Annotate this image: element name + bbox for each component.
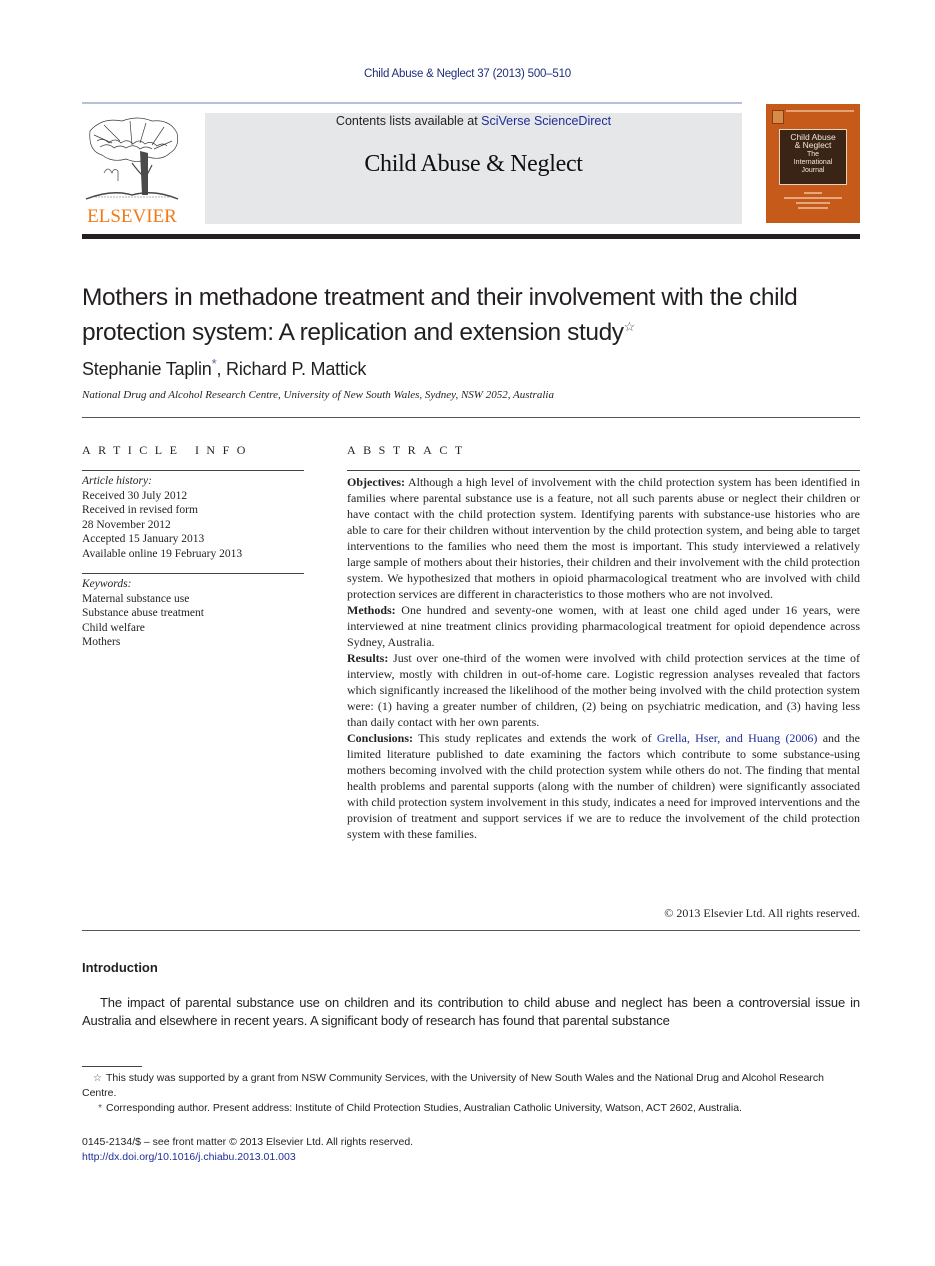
elsevier-wordmark: ELSEVIER	[87, 206, 177, 227]
article-info-divider	[82, 470, 304, 471]
article-history-label: Article history:	[82, 475, 152, 487]
keyword-item: Mothers	[82, 636, 121, 648]
header-thick-divider	[82, 234, 860, 239]
objectives-label: Objectives:	[347, 475, 405, 489]
title-footnote-star-icon[interactable]: ☆	[624, 319, 636, 334]
cover-title-line: & Neglect	[794, 140, 832, 150]
introduction-heading: Introduction	[82, 960, 158, 975]
doi-link[interactable]: http://dx.doi.org/10.1016/j.chiabu.2013.…	[82, 1151, 296, 1163]
cover-title-box: Child Abuse & Neglect The International …	[779, 129, 847, 185]
header-divider	[82, 102, 742, 104]
abstract-results: Results: Just over one-third of the wome…	[347, 650, 860, 730]
keyword-item: Maternal substance use	[82, 592, 190, 605]
history-item: 28 November 2012	[82, 518, 171, 531]
abstract-divider	[347, 470, 860, 471]
abstract-copyright: © 2013 Elsevier Ltd. All rights reserved…	[664, 906, 860, 920]
elsevier-tree-icon	[85, 117, 179, 200]
conclusions-text: and the limited literature published to …	[347, 731, 860, 841]
cover-detail-line	[798, 207, 828, 209]
abstract-heading: ABSTRACT	[347, 443, 470, 457]
keyword-item: Child welfare	[82, 621, 145, 634]
running-head[interactable]: Child Abuse & Neglect 37 (2013) 500–510	[0, 68, 935, 80]
issn-line: 0145-2134/$ – see front matter © 2013 El…	[82, 1136, 414, 1148]
author-list: Stephanie Taplin*, Richard P. Mattick	[82, 356, 366, 380]
cover-subtitle-line: The	[806, 151, 820, 158]
author-separator: ,	[216, 359, 227, 379]
history-item: Available online 19 February 2013	[82, 547, 243, 560]
footnote-divider	[82, 1066, 142, 1067]
abstract-objectives: Objectives: Although a high level of inv…	[347, 474, 860, 602]
keywords: Keywords: Maternal substance use Substan…	[82, 577, 204, 650]
methods-text: One hundred and seventy-one women, with …	[347, 603, 860, 649]
cover-detail-line	[804, 192, 822, 194]
keywords-divider	[82, 573, 304, 574]
history-item: Received 30 July 2012	[82, 489, 188, 502]
elsevier-logo[interactable]: ELSEVIER	[82, 113, 182, 228]
author-name[interactable]: Stephanie Taplin	[82, 359, 212, 379]
cover-logo-icon	[772, 110, 784, 124]
corresponding-author-footnote: * Corresponding author. Present address: …	[82, 1101, 860, 1116]
citation-link[interactable]: Grella, Hser, and Huang (2006)	[657, 731, 818, 745]
objectives-text: Although a high level of involvement wit…	[347, 475, 860, 601]
cover-detail-line	[784, 197, 842, 199]
abstract-end-divider	[82, 930, 860, 931]
funding-footnote: ☆ This study was supported by a grant fro…	[82, 1071, 860, 1100]
journal-cover-thumbnail[interactable]: Child Abuse & Neglect The International …	[766, 104, 860, 223]
article-title: Mothers in methadone treatment and their…	[82, 283, 862, 347]
contents-prefix: Contents lists available at	[335, 114, 482, 128]
section-divider	[82, 417, 860, 418]
article-info-heading: ARTICLE INFO	[82, 443, 253, 457]
cover-subtitle-line: International	[793, 159, 833, 166]
conclusions-text: This study replicates and extends the wo…	[413, 731, 657, 745]
funding-footnote-text: This study was supported by a grant from…	[82, 1072, 825, 1099]
history-item: Accepted 15 January 2013	[82, 533, 205, 545]
results-label: Results:	[347, 651, 389, 665]
keywords-label: Keywords:	[82, 578, 132, 590]
cover-detail-line	[796, 202, 830, 204]
journal-banner: Contents lists available at SciVerse Sci…	[205, 113, 742, 224]
article-title-text: Mothers in methadone treatment and their…	[82, 284, 798, 347]
cover-topline	[786, 110, 854, 112]
cover-subtitle-line: Journal	[801, 167, 825, 174]
affiliation: National Drug and Alcohol Research Centr…	[82, 389, 554, 401]
introduction-paragraph: The impact of parental substance use on …	[82, 995, 860, 1028]
corresponding-footnote-text: Corresponding author. Present address: I…	[106, 1102, 742, 1114]
abstract-methods: Methods: One hundred and seventy-one wom…	[347, 602, 860, 650]
methods-label: Methods:	[347, 603, 396, 617]
sciencedirect-link[interactable]: SciVerse ScienceDirect	[481, 114, 611, 128]
abstract-conclusions: Conclusions: This study replicates and e…	[347, 730, 860, 842]
author-name[interactable]: Richard P. Mattick	[226, 359, 366, 379]
history-item: Received in revised form	[82, 504, 198, 516]
conclusions-label: Conclusions:	[347, 731, 414, 745]
abstract-body: Objectives: Although a high level of inv…	[347, 474, 860, 842]
footnote-asterisk-icon: *	[98, 1103, 102, 1114]
introduction-body: The impact of parental substance use on …	[82, 994, 860, 1030]
keyword-item: Substance abuse treatment	[82, 607, 204, 619]
contents-line: Contents lists available at SciVerse Sci…	[205, 114, 742, 128]
journal-name[interactable]: Child Abuse & Neglect	[205, 151, 742, 178]
footnote-star-icon: ☆	[93, 1073, 102, 1084]
article-history: Article history: Received 30 July 2012 R…	[82, 474, 242, 561]
results-text: Just over one-third of the women were in…	[347, 651, 860, 729]
